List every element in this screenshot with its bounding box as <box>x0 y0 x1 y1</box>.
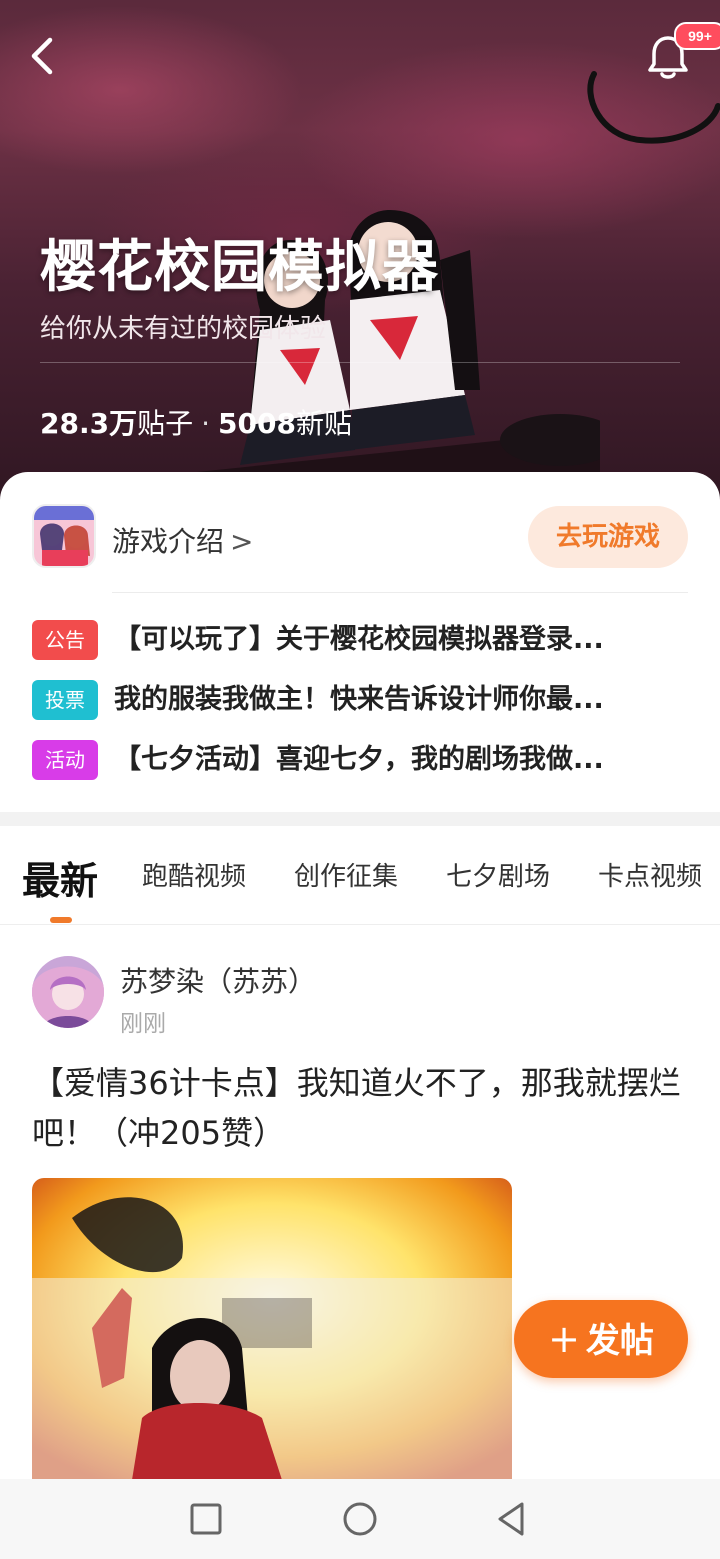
notice-tag: 活动 <box>32 740 98 780</box>
banner-divider <box>40 362 680 363</box>
play-game-button[interactable]: 去玩游戏 <box>528 506 688 568</box>
post-author-name[interactable]: 苏梦染（苏苏） <box>120 960 316 1000</box>
section-gap <box>0 812 720 826</box>
notice-text: 【七夕活动】喜迎七夕，我的剧场我做... <box>114 744 604 775</box>
category-tabs: 最新 跑酷视频 创作征集 七夕剧场 卡点视频 <box>0 826 720 925</box>
forum-stats: 28.3万贴子 · 5008新贴 <box>40 402 352 442</box>
chevron-right-icon: > <box>230 525 254 558</box>
post-timestamp: 刚刚 <box>120 1011 166 1037</box>
stats-separator: · <box>201 407 211 440</box>
notice-item-vote[interactable]: 投票 我的服装我做主！快来告诉设计师你最... <box>32 680 692 720</box>
notice-item-event[interactable]: 活动 【七夕活动】喜迎七夕，我的剧场我做... <box>32 740 692 780</box>
notice-text: 【可以玩了】关于樱花校园模拟器登录... <box>114 624 604 655</box>
game-intro-label: 游戏介绍 <box>112 525 225 558</box>
notice-item-announcement[interactable]: 公告 【可以玩了】关于樱花校园模拟器登录... <box>32 620 692 660</box>
tab-beat-video[interactable]: 卡点视频 <box>598 856 702 893</box>
posts-count: 28.3万 <box>40 407 138 440</box>
tab-creation-call[interactable]: 创作征集 <box>294 856 398 893</box>
circle-icon[interactable] <box>340 1499 380 1539</box>
notification-badge: 99+ <box>674 22 720 50</box>
tab-latest[interactable]: 最新 <box>22 850 98 905</box>
game-app-icon[interactable] <box>32 504 96 568</box>
game-banner: 99+ 樱花校园模拟器 给你从未有过的校园体验 28.3万贴子 · 5008新贴 <box>0 0 720 520</box>
game-intro-link[interactable]: 游戏介绍 > <box>112 520 253 560</box>
create-post-button[interactable]: + 发帖 <box>514 1300 688 1378</box>
notice-tag: 投票 <box>32 680 98 720</box>
game-info-card: 游戏介绍 > 去玩游戏 公告 【可以玩了】关于樱花校园模拟器登录... 投票 我的… <box>0 472 720 812</box>
game-subtitle: 给你从未有过的校园体验 <box>40 314 327 344</box>
tab-parkour-video[interactable]: 跑酷视频 <box>142 856 246 893</box>
back-arrow-icon[interactable] <box>24 34 64 78</box>
tab-qixi-theater[interactable]: 七夕剧场 <box>446 856 550 893</box>
create-post-label: 发帖 <box>585 1321 654 1361</box>
post-title[interactable]: 【爱情36计卡点】我知道火不了，那我就摆烂吧！（冲205赞） <box>32 1058 682 1158</box>
system-navigation-bar <box>0 1479 720 1559</box>
posts-label: 贴子 <box>137 407 194 440</box>
notice-tag: 公告 <box>32 620 98 660</box>
game-title: 樱花校园模拟器 <box>40 235 439 300</box>
triangle-back-icon[interactable] <box>492 1499 532 1539</box>
square-icon[interactable] <box>186 1499 226 1539</box>
notice-text: 我的服装我做主！快来告诉设计师你最... <box>114 684 604 715</box>
new-posts-count: 5008 <box>218 407 296 440</box>
new-posts-label: 新贴 <box>295 407 352 440</box>
active-tab-indicator <box>50 917 72 923</box>
post-video-thumbnail[interactable] <box>32 1178 512 1480</box>
card-divider <box>112 592 688 593</box>
plus-icon: + <box>548 1317 580 1361</box>
avatar[interactable] <box>32 956 104 1028</box>
